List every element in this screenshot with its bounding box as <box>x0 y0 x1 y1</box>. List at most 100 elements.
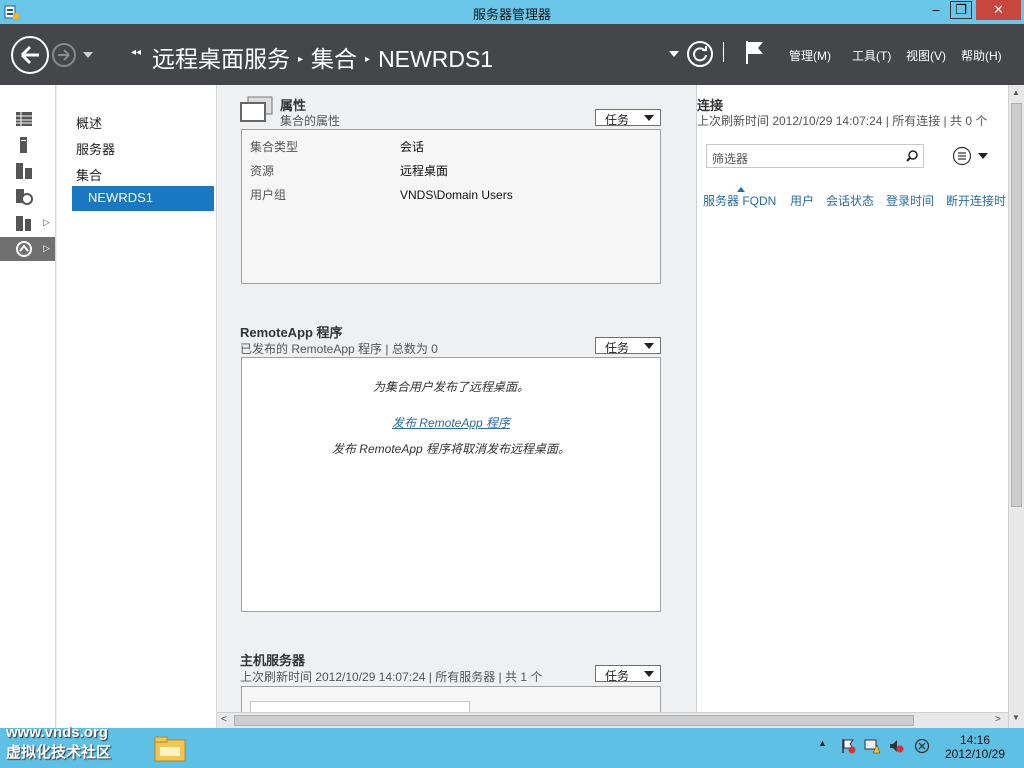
host-servers-filter-input[interactable] <box>250 701 470 712</box>
subnav-item-overview[interactable]: 概述 <box>76 113 102 132</box>
rail-all-servers[interactable] <box>0 159 55 183</box>
tasks-label: 任务 <box>605 341 630 355</box>
breadcrumb-expand-icon[interactable]: ◂◂ <box>131 47 141 58</box>
chevron-down-icon <box>644 343 654 349</box>
menu-tools[interactable]: 工具(T) <box>852 47 891 64</box>
window-title: 服务器管理器 <box>472 7 551 22</box>
property-value: 会话 <box>400 140 425 154</box>
host-servers-title: 主机服务器 <box>240 653 306 668</box>
tasks-label: 任务 <box>605 669 630 683</box>
breadcrumb-item-current: NEWRDS1 <box>378 46 494 72</box>
rail-remote-desktop-services[interactable]: ▷ <box>0 237 55 261</box>
clock-date: 2012/10/29 <box>944 747 1006 761</box>
secondary-nav: 概述 服务器 集合 NEWRDS1 <box>57 85 217 728</box>
action-center-flag-icon[interactable] <box>840 738 856 754</box>
rail-server-group[interactable]: ▷ <box>0 211 55 235</box>
chevron-down-icon[interactable] <box>978 152 988 160</box>
column-user[interactable]: 用户 <box>790 192 814 209</box>
watermark-name: 虚拟化技术社区 <box>6 744 112 761</box>
file-explorer-icon[interactable] <box>154 736 186 762</box>
expand-arrow-icon[interactable]: ▷ <box>43 217 50 228</box>
main-content: 属性 集合的属性 任务 集合类型 会话 资源 远程桌面 用户组 VNDS\Domain… <box>217 85 1008 712</box>
minimize-button[interactable]: – <box>923 0 949 20</box>
clock-time: 14:16 <box>959 733 991 747</box>
title-bar: 服务器管理器 – ❐ ✕ <box>0 0 1024 24</box>
remoteapp-link-row: 发布 RemoteApp 程序 <box>242 414 660 431</box>
expand-arrow-icon[interactable]: ▷ <box>43 243 50 254</box>
subnav-item-servers[interactable]: 服务器 <box>76 139 115 158</box>
show-hidden-icons-icon[interactable]: ▲ <box>818 738 827 748</box>
publish-remoteapp-link[interactable]: 发布 RemoteApp 程序 <box>392 416 510 430</box>
rail-local-server[interactable] <box>0 133 55 157</box>
menu-help[interactable]: 帮助(H) <box>961 47 1002 64</box>
remoteapp-panel: 为集合用户发布了远程桌面。 发布 RemoteApp 程序 发布 RemoteA… <box>241 357 661 612</box>
scroll-down-icon[interactable]: ▼ <box>1012 713 1020 722</box>
list-options-icon[interactable] <box>952 146 972 166</box>
column-disconnect-time[interactable]: 断开连接时 <box>946 192 1006 209</box>
scroll-left-icon[interactable]: < <box>221 714 227 725</box>
network-warning-icon[interactable] <box>864 738 880 754</box>
properties-tile-icon <box>240 96 273 122</box>
tasks-label: 任务 <box>605 113 630 127</box>
remoteapp-subtitle: 已发布的 RemoteApp 程序 | 总数为 0 <box>240 342 438 356</box>
chevron-down-icon[interactable] <box>669 50 679 58</box>
properties-subtitle: 集合的属性 <box>280 114 341 128</box>
breadcrumb-item-rds[interactable]: 远程桌面服务 <box>152 46 290 72</box>
property-key: 集合类型 <box>250 140 299 154</box>
dashboard-icon <box>16 112 32 126</box>
remoteapp-status-text: 为集合用户发布了远程桌面。 <box>372 380 529 394</box>
menu-view[interactable]: 视图(V) <box>906 47 946 64</box>
chevron-down-icon <box>644 671 654 677</box>
maximize-button[interactable]: ❐ <box>950 1 972 19</box>
vertical-scrollbar[interactable]: ▲ ▼ <box>1008 85 1024 728</box>
horizontal-scroll-thumb[interactable] <box>234 715 914 726</box>
connections-subtitle: 上次刷新时间 2012/10/29 14:07:24 | 所有连接 | 共 0 … <box>697 114 988 128</box>
subnav-item-newrds1[interactable]: NEWRDS1 <box>72 186 214 211</box>
properties-panel: 集合类型 会话 资源 远程桌面 用户组 VNDS\Domain Users <box>241 129 661 284</box>
history-dropdown-icon[interactable] <box>82 50 94 60</box>
arrow-right-icon <box>58 49 70 61</box>
host-servers-subtitle: 上次刷新时间 2012/10/29 14:07:24 | 所有服务器 | 共 1… <box>240 670 543 684</box>
notifications-flag-icon[interactable] <box>744 39 766 65</box>
scroll-up-icon[interactable]: ▲ <box>1012 88 1020 97</box>
vertical-scroll-thumb[interactable] <box>1011 103 1022 507</box>
property-row: 用户组 VNDS\Domain Users <box>250 186 513 203</box>
horizontal-scrollbar[interactable]: < > <box>217 712 1008 728</box>
connections-filter-input[interactable]: 筛选器 <box>706 144 924 168</box>
column-server-fqdn[interactable]: 服务器 FQDN <box>703 192 776 209</box>
menu-manage[interactable]: 管理(M) <box>789 47 831 64</box>
volume-muted-icon[interactable] <box>888 738 904 754</box>
property-row: 资源 远程桌面 <box>250 162 448 179</box>
header-divider <box>723 42 724 62</box>
property-value: VNDS\Domain Users <box>400 188 513 202</box>
remoteapp-note-text: 发布 RemoteApp 程序将取消发布远程桌面。 <box>331 442 571 456</box>
column-session-state[interactable]: 会话状态 <box>826 192 874 209</box>
breadcrumb: 远程桌面服务 ▸ 集合 ▸ NEWRDS1 <box>152 40 493 74</box>
breadcrumb-separator-icon: ▸ <box>365 54 371 65</box>
properties-tasks-button[interactable]: 任务 <box>595 109 661 127</box>
search-icon[interactable] <box>906 150 918 162</box>
property-value: 远程桌面 <box>400 164 449 178</box>
taskbar: www.vnds.org 虚拟化技术社区 ▲ 14:16 2012/10/29 <box>0 724 1024 768</box>
property-key: 资源 <box>250 164 275 178</box>
scroll-right-icon[interactable]: > <box>995 714 1001 725</box>
chevron-down-icon <box>644 115 654 121</box>
host-servers-panel <box>241 686 661 712</box>
forward-button[interactable] <box>52 43 76 67</box>
subnav-item-collections[interactable]: 集合 <box>76 165 102 184</box>
remoteapp-tasks-button[interactable]: 任务 <box>595 337 661 355</box>
host-servers-tasks-button[interactable]: 任务 <box>595 665 661 683</box>
breadcrumb-separator-icon: ▸ <box>298 54 304 65</box>
back-button[interactable] <box>11 36 49 74</box>
header-bar: ◂◂ 远程桌面服务 ▸ 集合 ▸ NEWRDS1 管理(M) 工具(T) 视图(V) 帮… <box>0 24 1024 85</box>
rail-dashboard[interactable] <box>0 107 55 131</box>
column-logon-time[interactable]: 登录时间 <box>886 192 934 209</box>
breadcrumb-item-collections[interactable]: 集合 <box>311 46 357 72</box>
refresh-button[interactable] <box>687 41 713 67</box>
refresh-icon <box>693 46 707 62</box>
rail-file-services[interactable] <box>0 185 55 209</box>
remote-desktop-icon <box>16 241 32 257</box>
close-button[interactable]: ✕ <box>976 0 1021 20</box>
system-clock[interactable]: 14:16 2012/10/29 <box>940 733 1010 761</box>
close-circle-icon[interactable] <box>914 738 930 754</box>
